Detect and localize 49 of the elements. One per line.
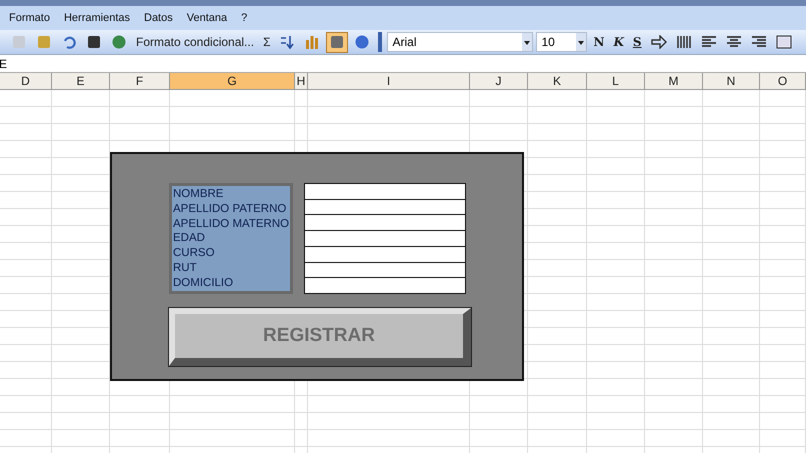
- input-field[interactable]: [305, 200, 465, 216]
- list-box[interactable]: NOMBRE APELLIDO PATERNO APELLIDO MATERNO EDAD CURSO RUT DOMICILIO: [169, 183, 293, 294]
- input-field[interactable]: [305, 262, 465, 278]
- chart-icon: [304, 34, 320, 50]
- caret-icon: [522, 33, 532, 51]
- column-header[interactable]: O: [760, 73, 806, 89]
- underline-button[interactable]: S: [630, 32, 645, 52]
- column-header[interactable]: N: [703, 73, 760, 89]
- font-dropdown[interactable]: Arial: [387, 32, 534, 52]
- list-item[interactable]: APELLIDO MATERNO: [173, 216, 290, 232]
- column-header[interactable]: M: [645, 73, 703, 89]
- column-header[interactable]: E: [52, 73, 110, 89]
- caret-icon: [576, 33, 586, 51]
- column-header[interactable]: D: [0, 73, 52, 89]
- menu-item[interactable]: ?: [241, 12, 248, 24]
- column-header[interactable]: I: [308, 73, 470, 89]
- menu-item[interactable]: Herramientas: [64, 12, 130, 24]
- column-header[interactable]: L: [587, 73, 645, 89]
- input-field[interactable]: [305, 246, 465, 263]
- menu-item[interactable]: Datos: [144, 12, 173, 24]
- list-item[interactable]: NOMBRE: [173, 187, 290, 202]
- column-header[interactable]: J: [470, 73, 528, 89]
- align-icon: [700, 35, 717, 49]
- input-field[interactable]: [305, 231, 465, 247]
- input-field[interactable]: [305, 184, 465, 200]
- sort-icon: [279, 34, 296, 50]
- arrow-icon: [650, 35, 667, 49]
- columns-icon: [676, 35, 692, 49]
- name-box[interactable]: E: [0, 56, 8, 70]
- list-item[interactable]: DOMICILIO: [173, 276, 290, 291]
- bold-button[interactable]: N: [590, 32, 608, 52]
- toolbar-button[interactable]: Σ: [260, 32, 274, 52]
- column-header[interactable]: H: [295, 73, 308, 89]
- menu-item[interactable]: Formato: [9, 12, 50, 24]
- align-icon: [750, 35, 767, 49]
- list-item[interactable]: RUT: [173, 260, 290, 276]
- toolbar-button[interactable]: Formato condicional...: [133, 32, 258, 52]
- input-field[interactable]: [305, 215, 465, 232]
- menu-item[interactable]: Ventana: [186, 12, 228, 24]
- column-header[interactable]: K: [528, 73, 587, 89]
- input-field[interactable]: [305, 278, 465, 294]
- align-icon: [726, 35, 742, 49]
- undo-icon: [61, 34, 77, 50]
- list-item[interactable]: APELLIDO PATERNO: [173, 202, 290, 217]
- font-size-dropdown[interactable]: 10: [536, 32, 588, 52]
- column-header[interactable]: G: [170, 73, 295, 89]
- italic-button[interactable]: K: [610, 32, 627, 52]
- list-item[interactable]: EDAD: [173, 231, 290, 246]
- list-item[interactable]: CURSO: [173, 246, 290, 261]
